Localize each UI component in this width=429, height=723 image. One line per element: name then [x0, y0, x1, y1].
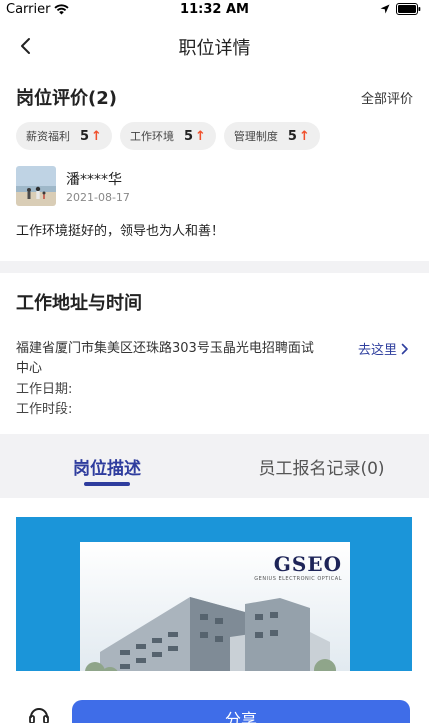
logo-brand: GSEO — [273, 552, 342, 576]
rating-tag-management: 管理制度 5 ↑ — [223, 122, 320, 150]
tab-job-description[interactable]: 岗位描述 — [0, 434, 214, 498]
rating-tag-score: 5 — [183, 128, 193, 144]
arrow-up-icon: ↑ — [298, 128, 310, 144]
building-photo: GSEO GENIUS ELECTRONIC OPTICAL — [80, 542, 350, 671]
reviewer-name: 潘****华 — [66, 171, 122, 188]
address-title: 工作地址与时间 — [16, 293, 142, 314]
customer-service-button[interactable] — [28, 704, 50, 723]
share-button[interactable]: 分享 — [72, 700, 410, 723]
work-date-label: 工作日期: — [16, 382, 73, 397]
review-text: 工作环境挺好的，领导也为人和善！ — [16, 224, 225, 239]
rating-tag-salary: 薪资福利 5 ↑ — [16, 122, 112, 150]
section-divider — [0, 261, 429, 273]
rating-tag-environment: 工作环境 5 ↑ — [119, 122, 216, 150]
address-section: 工作地址与时间 福建省厦门市集美区还珠路303号玉晶光电招聘面试中心 去这里 工… — [0, 273, 429, 435]
chevron-right-icon — [401, 343, 408, 354]
status-right — [380, 3, 421, 15]
address-text: 福建省厦门市集美区还珠路303号玉晶光电招聘面试中心 — [16, 341, 314, 376]
status-time: 11:32 AM — [180, 2, 249, 17]
company-logo: GSEO GENIUS ELECTRONIC OPTICAL — [254, 552, 342, 582]
reviewer: 潘****华 2021-08-17 — [16, 166, 130, 206]
rating-tags: 薪资福利 5 ↑ 工作环境 5 ↑ 管理制度 5 ↑ — [16, 122, 320, 150]
battery-icon — [396, 3, 421, 15]
bottom-bar: 分享 — [0, 686, 429, 723]
arrow-up-icon: ↑ — [91, 128, 102, 144]
detail-tabs: 岗位描述 员工报名记录(0) — [0, 434, 429, 498]
arrow-up-icon: ↑ — [195, 128, 206, 144]
headset-icon — [29, 708, 49, 723]
avatar — [16, 166, 56, 206]
navigate-label: 去这里 — [357, 343, 397, 358]
work-schedule: 工作日期: 工作时段: — [16, 380, 72, 420]
reviewer-info: 潘****华 2021-08-17 — [66, 169, 130, 204]
review-date: 2021-08-17 — [66, 190, 130, 204]
rating-tag-label: 薪资福利 — [26, 130, 70, 143]
work-time-label: 工作时段: — [16, 402, 73, 417]
logo-subtitle: GENIUS ELECTRONIC OPTICAL — [254, 576, 342, 582]
rating-tag-label: 工作环境 — [129, 130, 174, 143]
rating-tag-score: 5 — [80, 128, 90, 144]
status-bar: Carrier 11:32 AM — [0, 0, 429, 20]
job-description-image: GSEO GENIUS ELECTRONIC OPTICAL — [16, 517, 412, 671]
page-title: 职位详情 — [178, 38, 251, 59]
nav-bar: 职位详情 — [0, 24, 429, 68]
navigate-link[interactable]: 去这里 — [358, 339, 409, 358]
reviews-title: 岗位评价(2) — [16, 88, 117, 109]
active-tab-indicator — [84, 482, 130, 486]
all-reviews-link[interactable]: 全部评价 — [361, 88, 413, 107]
tab-signup-records[interactable]: 员工报名记录(0) — [214, 434, 429, 498]
rating-tag-score: 5 — [287, 128, 297, 144]
rating-tag-label: 管理制度 — [233, 130, 278, 143]
location-arrow-icon — [380, 4, 390, 14]
